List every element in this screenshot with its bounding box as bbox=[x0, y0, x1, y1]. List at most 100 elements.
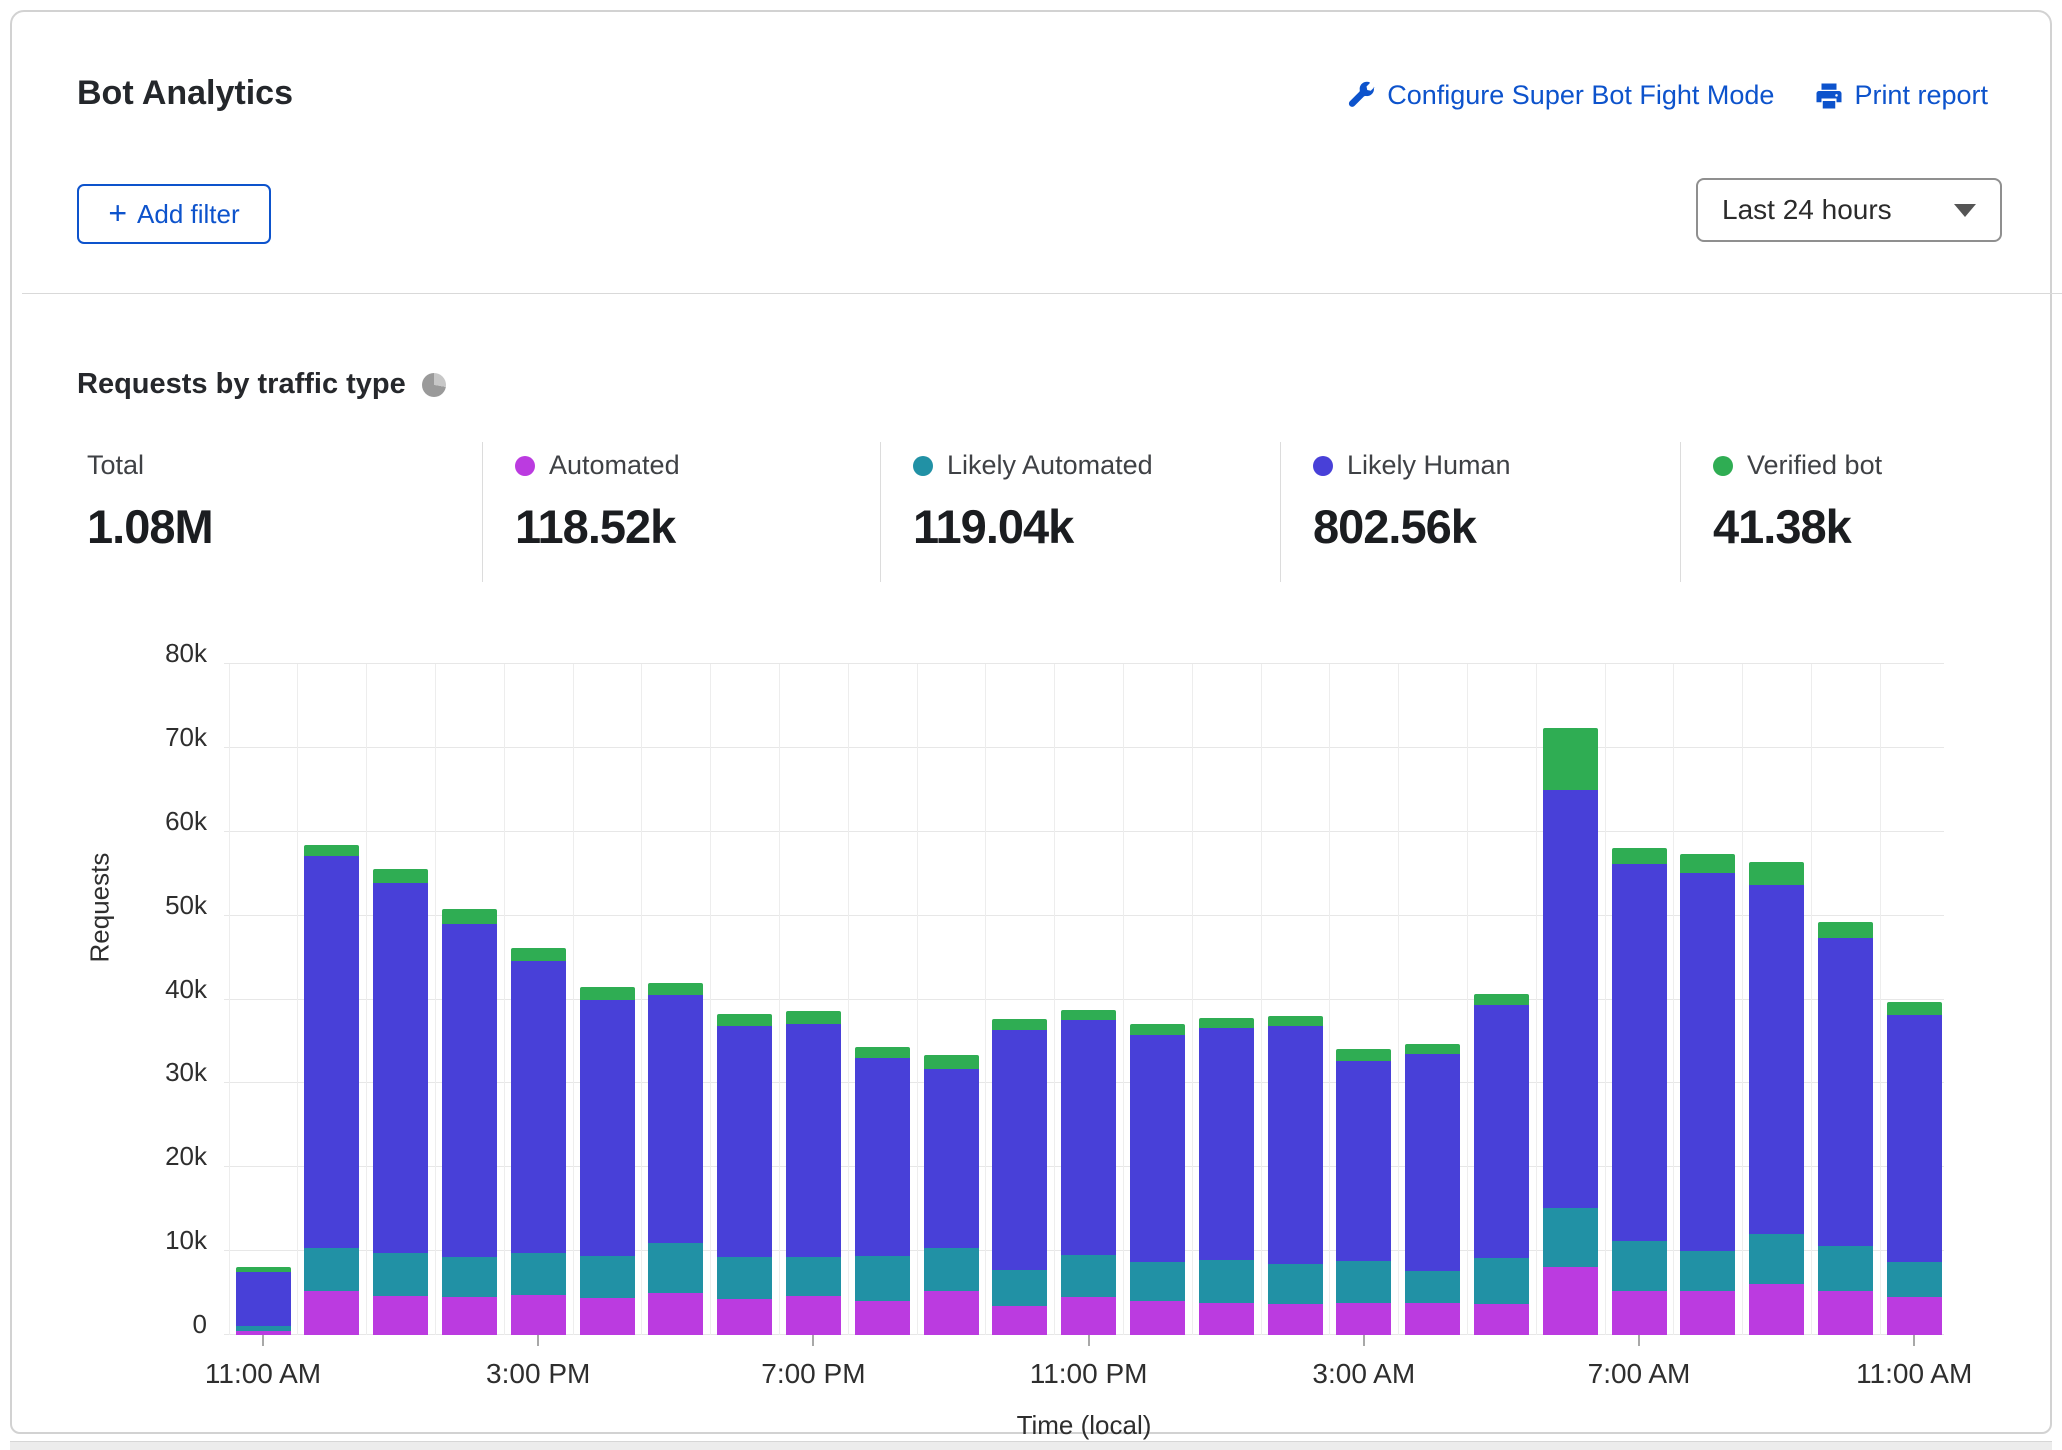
plus-icon: + bbox=[108, 197, 127, 229]
legend-dot bbox=[1313, 456, 1333, 476]
segment-verified-bot bbox=[992, 1019, 1047, 1030]
bar-9-00-am bbox=[1749, 862, 1804, 1335]
segment-verified-bot bbox=[1474, 994, 1529, 1004]
legend-item-total: Total1.08M bbox=[77, 442, 482, 582]
bar-11-00-pm bbox=[1061, 1010, 1116, 1335]
segment-verified-bot bbox=[1818, 922, 1873, 939]
segment-likely-human bbox=[1749, 885, 1804, 1235]
gridline bbox=[710, 664, 711, 1335]
gridline bbox=[917, 664, 918, 1335]
legend-value: 119.04k bbox=[913, 499, 1280, 554]
segment-likely-human bbox=[236, 1272, 291, 1326]
section-title-label: Requests by traffic type bbox=[77, 368, 406, 401]
legend-label: Likely Human bbox=[1347, 450, 1511, 481]
segment-automated bbox=[924, 1291, 979, 1335]
segment-verified-bot bbox=[855, 1047, 910, 1058]
segment-likely-automated bbox=[1887, 1262, 1942, 1298]
segment-likely-automated bbox=[580, 1256, 635, 1298]
segment-likely-automated bbox=[511, 1253, 566, 1295]
gridline bbox=[229, 664, 230, 1335]
x-tick-label: 3:00 PM bbox=[428, 1358, 648, 1390]
gridline bbox=[1673, 664, 1674, 1335]
segment-likely-human bbox=[1130, 1035, 1185, 1262]
y-tick-label: 40k bbox=[97, 974, 207, 1005]
segment-verified-bot bbox=[1199, 1018, 1254, 1028]
segment-automated bbox=[1268, 1304, 1323, 1335]
bar-7-00-am bbox=[1612, 848, 1667, 1335]
bar-6-00-pm bbox=[717, 1014, 772, 1335]
segment-verified-bot bbox=[1061, 1010, 1116, 1021]
segment-verified-bot bbox=[924, 1055, 979, 1069]
traffic-type-legend: Total1.08MAutomated118.52kLikely Automat… bbox=[77, 442, 2017, 582]
legend-item-verified-bot[interactable]: Verified bot41.38k bbox=[1680, 442, 2010, 582]
bar-3-00-pm bbox=[511, 947, 566, 1335]
legend-dot bbox=[913, 456, 933, 476]
header-links: Configure Super Bot Fight Mode Print rep… bbox=[1347, 80, 1988, 111]
legend-value: 118.52k bbox=[515, 499, 880, 554]
gridline bbox=[504, 664, 505, 1335]
next-card-edge bbox=[10, 1441, 2052, 1450]
gridline bbox=[641, 664, 642, 1335]
segment-verified-bot bbox=[511, 948, 566, 961]
segment-likely-human bbox=[924, 1069, 979, 1248]
segment-automated bbox=[373, 1296, 428, 1335]
y-tick-label: 60k bbox=[97, 806, 207, 837]
x-tick-label: 11:00 AM bbox=[153, 1358, 373, 1390]
segment-likely-automated bbox=[1612, 1241, 1667, 1290]
gridline bbox=[573, 664, 574, 1335]
segment-automated bbox=[1543, 1267, 1598, 1335]
segment-verified-bot bbox=[1612, 848, 1667, 865]
legend-label: Total bbox=[87, 450, 144, 481]
legend-item-likely-human[interactable]: Likely Human802.56k bbox=[1280, 442, 1680, 582]
bar-6-00-am bbox=[1543, 728, 1598, 1335]
segment-likely-human bbox=[1680, 873, 1735, 1251]
segment-verified-bot bbox=[1887, 1002, 1942, 1015]
segment-likely-human bbox=[1612, 864, 1667, 1241]
gridline bbox=[1605, 664, 1606, 1335]
segment-automated bbox=[1061, 1297, 1116, 1335]
segment-likely-automated bbox=[855, 1256, 910, 1301]
time-range-select[interactable]: Last 24 hours bbox=[1696, 178, 2002, 242]
x-tick bbox=[812, 1335, 814, 1346]
legend-dot bbox=[515, 456, 535, 476]
y-tick-label: 20k bbox=[97, 1141, 207, 1172]
legend-label: Verified bot bbox=[1747, 450, 1882, 481]
bar-12-00-am bbox=[1130, 1024, 1185, 1335]
segment-automated bbox=[1336, 1303, 1391, 1335]
legend-item-automated[interactable]: Automated118.52k bbox=[482, 442, 880, 582]
segment-verified-bot bbox=[1749, 862, 1804, 885]
segment-likely-automated bbox=[1061, 1255, 1116, 1297]
segment-likely-automated bbox=[1268, 1264, 1323, 1304]
segment-verified-bot bbox=[373, 869, 428, 883]
segment-likely-human bbox=[1543, 790, 1598, 1209]
configure-super-bot-fight-mode-link[interactable]: Configure Super Bot Fight Mode bbox=[1347, 80, 1774, 111]
y-tick-label: 0 bbox=[97, 1309, 207, 1340]
bar-4-00-am bbox=[1405, 1044, 1460, 1335]
bar-5-00-am bbox=[1474, 994, 1529, 1335]
segment-likely-human bbox=[442, 924, 497, 1257]
gridline bbox=[1261, 664, 1262, 1335]
bar-11-00-am bbox=[236, 1267, 291, 1335]
gridline bbox=[297, 664, 298, 1335]
gridline bbox=[1192, 664, 1193, 1335]
bar-1-00-pm bbox=[373, 869, 428, 1335]
bot-analytics-card: Bot Analytics Configure Super Bot Fight … bbox=[10, 10, 2052, 1434]
chevron-down-icon bbox=[1954, 204, 1976, 217]
bar-9-00-pm bbox=[924, 1055, 979, 1335]
bar-7-00-pm bbox=[786, 1011, 841, 1335]
print-report-link[interactable]: Print report bbox=[1814, 80, 1988, 111]
segment-verified-bot bbox=[1405, 1044, 1460, 1054]
legend-dot bbox=[1713, 456, 1733, 476]
legend-item-likely-automated[interactable]: Likely Automated119.04k bbox=[880, 442, 1280, 582]
segment-likely-human bbox=[1818, 938, 1873, 1246]
segment-likely-human bbox=[1199, 1028, 1254, 1259]
gridline bbox=[1123, 664, 1124, 1335]
segment-likely-human bbox=[717, 1026, 772, 1257]
segment-likely-automated bbox=[373, 1253, 428, 1296]
y-tick-label: 50k bbox=[97, 890, 207, 921]
gridline bbox=[435, 664, 436, 1335]
segment-likely-automated bbox=[1543, 1208, 1598, 1267]
add-filter-button[interactable]: + Add filter bbox=[77, 184, 271, 244]
segment-verified-bot bbox=[236, 1267, 291, 1272]
gridline bbox=[1398, 664, 1399, 1335]
